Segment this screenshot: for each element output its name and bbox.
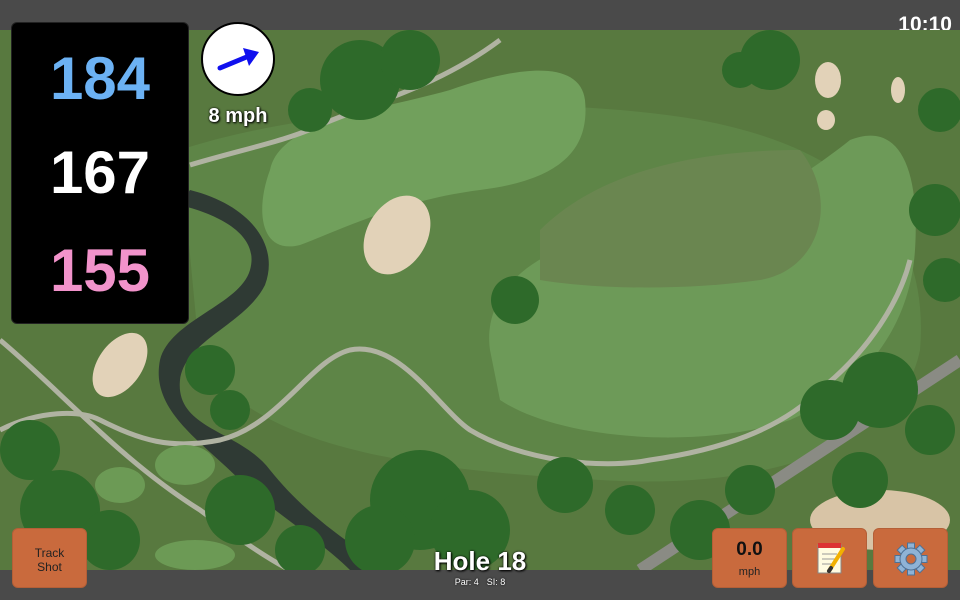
middle-distance: 167 <box>49 139 151 206</box>
wind-speed-label: 8 mph <box>208 105 268 127</box>
wind-speed-value: 0.0 <box>736 539 763 560</box>
wind-speed-unit: mph <box>738 566 761 578</box>
notes-button[interactable] <box>792 528 867 588</box>
wind-speed-button[interactable]: 0.0 mph <box>712 528 787 588</box>
back-distance: 184 <box>49 45 151 112</box>
gear-icon <box>894 542 928 576</box>
track-shot-label-line1: Track <box>34 546 65 560</box>
track-shot-label-line2: Shot <box>37 560 62 574</box>
par-label: Par: 4 <box>454 577 479 587</box>
wind-indicator <box>201 22 275 96</box>
hole-title: Hole 18 <box>433 546 527 576</box>
front-distance: 155 <box>49 237 151 304</box>
settings-button[interactable] <box>873 528 948 588</box>
wind-arrow-icon <box>217 48 259 71</box>
hole-info: Par: 4 SI: 8 <box>380 577 580 587</box>
track-shot-button[interactable]: Track Shot <box>12 528 87 588</box>
notepad-icon <box>817 543 845 574</box>
distance-panel: 184 167 155 <box>11 22 189 324</box>
stroke-index-label: SI: 8 <box>486 577 506 587</box>
